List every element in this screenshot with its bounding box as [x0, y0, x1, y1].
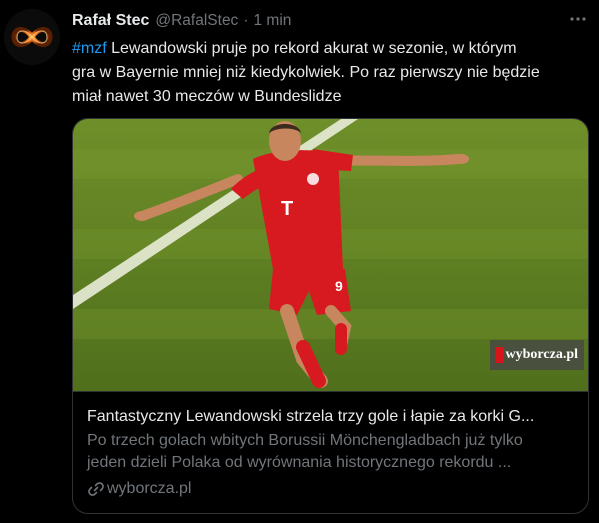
author-handle[interactable]: @RafalStec — [155, 12, 238, 30]
tweet[interactable]: Rafał Stec @RafalStec · 1 min #mzf Lewan… — [0, 0, 599, 523]
tweet-line-3: miał nawet 30 meczów w Bundeslidze — [72, 88, 342, 105]
wyborcza-logo-mark — [495, 347, 504, 363]
separator-dot: · — [243, 12, 249, 29]
author-name[interactable]: Rafał Stec — [72, 12, 149, 30]
tweet-line-2: gra w Bayernie mniej niż kiedykolwiek. P… — [72, 64, 540, 81]
svg-text:9: 9 — [335, 278, 343, 294]
card-body[interactable]: Fantastyczny Lewandowski strzela trzy go… — [73, 391, 588, 513]
infinity-logo-icon — [4, 9, 60, 65]
more-dots-icon — [570, 17, 586, 21]
more-options-button[interactable] — [567, 8, 589, 30]
link-card[interactable]: T 9 wyborcza.pl Fantastyczny Lewandowski… — [72, 118, 589, 514]
wyborcza-watermark: wyborcza.pl — [489, 340, 584, 370]
card-description: Po trzech golach wbitych Borussii Mönche… — [87, 430, 575, 474]
timestamp[interactable]: 1 min — [253, 12, 291, 30]
card-description-line-1: Po trzech golach wbitych Borussii Mönche… — [87, 432, 523, 449]
card-description-line-2: jeden dzieli Polaka od wyrównania histor… — [87, 454, 512, 471]
card-domain-link[interactable]: wyborcza.pl — [87, 478, 191, 500]
tweet-header: Rafał Stec @RafalStec · 1 min — [72, 10, 587, 32]
card-domain[interactable]: wyborcza.pl — [107, 478, 191, 500]
watermark-text: wyborcza.pl — [505, 347, 578, 362]
tweet-text: #mzf Lewandowski pruje po rekord akurat … — [72, 37, 572, 109]
tweet-line-1: #mzf Lewandowski pruje po rekord akurat … — [72, 37, 572, 61]
card-title[interactable]: Fantastyczny Lewandowski strzela trzy go… — [87, 406, 575, 428]
tweet-line-1-text: Lewandowski pruje po rekord akurat w sez… — [106, 40, 517, 57]
link-icon — [88, 482, 104, 496]
svg-text:T: T — [281, 198, 293, 220]
card-image[interactable]: T 9 wyborcza.pl — [73, 119, 588, 391]
hashtag-link[interactable]: #mzf — [72, 40, 107, 57]
avatar[interactable] — [4, 9, 60, 65]
